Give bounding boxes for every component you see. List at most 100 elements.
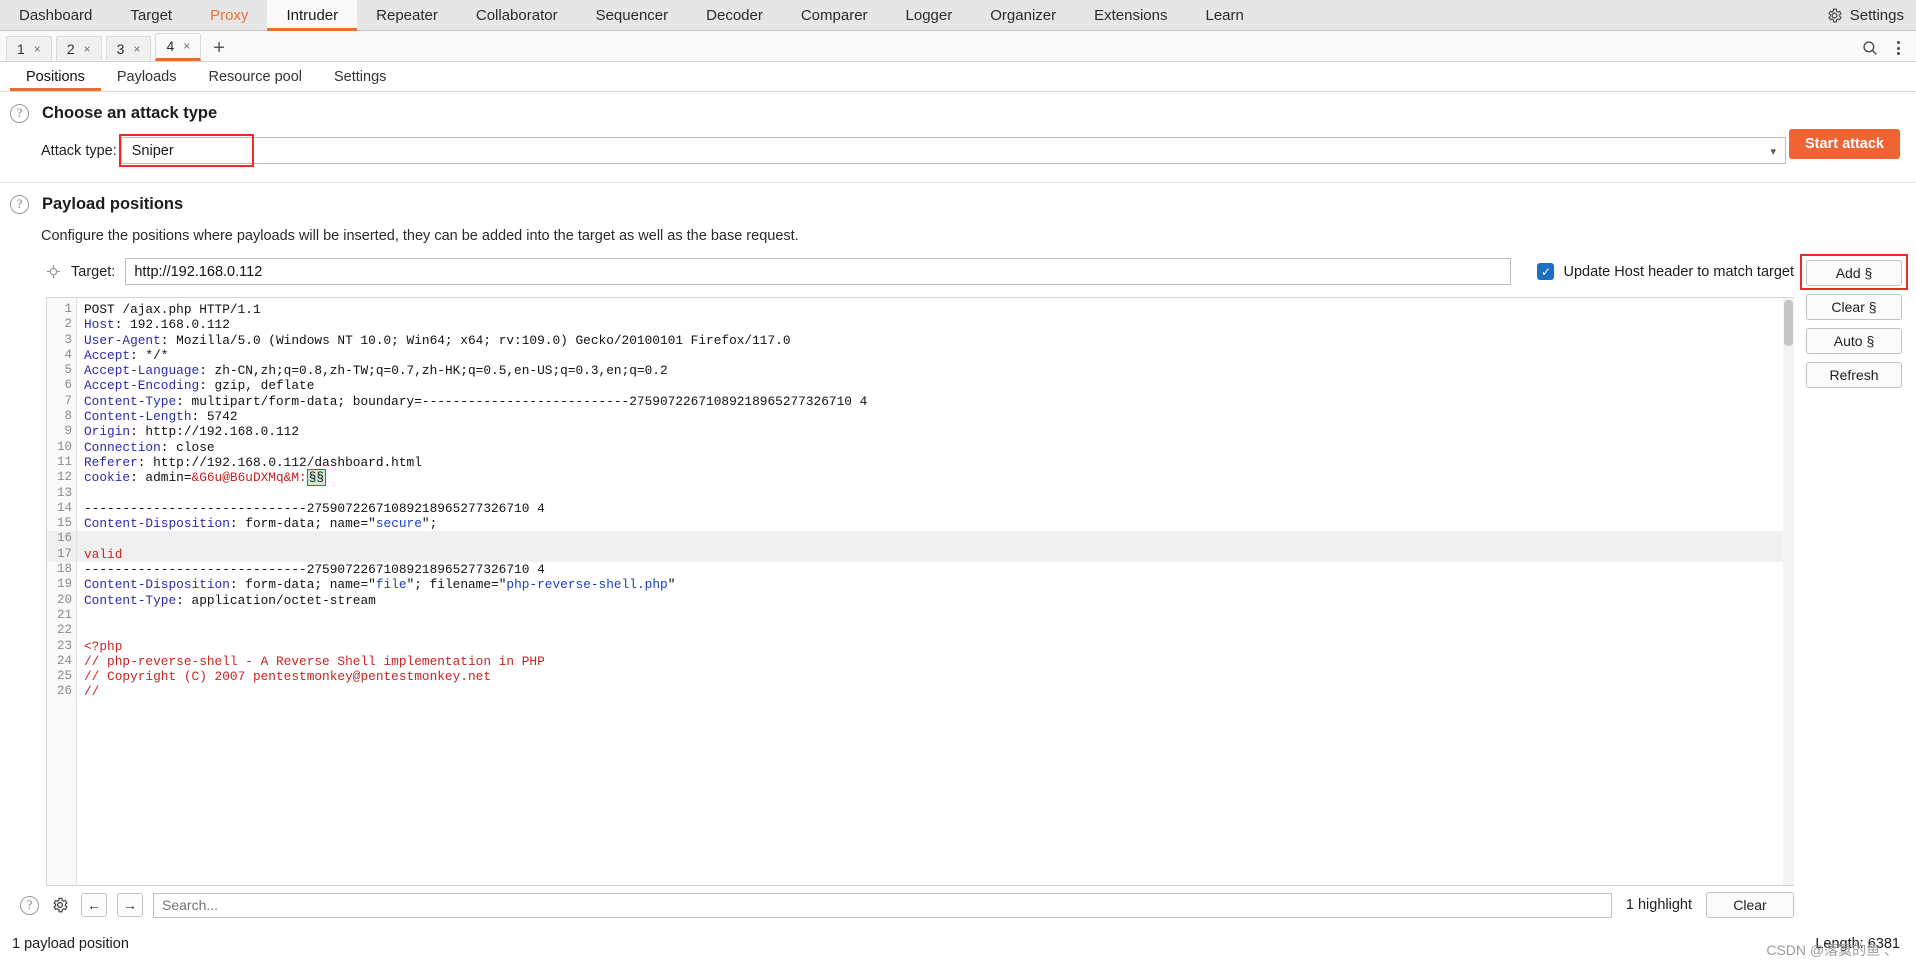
update-host-checkbox[interactable]: ✓ [1537, 263, 1555, 280]
code-line[interactable] [77, 608, 1794, 623]
code-line[interactable]: -----------------------------27590722671… [77, 501, 1794, 516]
code-span: Content-Type [84, 592, 177, 608]
code-line[interactable]: // php-reverse-shell - A Reverse Shell i… [77, 654, 1794, 669]
payload-positions-title: Payload positions [42, 195, 184, 213]
payload-positions-description: Configure the positions where payloads w… [41, 228, 799, 244]
code-line[interactable]: Accept: */* [77, 348, 1794, 363]
code-line[interactable]: POST /ajax.php HTTP/1.1 [77, 302, 1794, 317]
refresh-button[interactable]: Refresh [1806, 362, 1902, 388]
code-span: : multipart/form-data; boundary=--------… [176, 393, 868, 409]
code-span: file [375, 577, 407, 593]
code-line[interactable]: -----------------------------27590722671… [77, 562, 1794, 577]
main-tab-learn[interactable]: Learn [1186, 0, 1262, 31]
code-span: Origin [84, 424, 131, 440]
code-span: Content-Type [84, 393, 177, 409]
attack-tab-1[interactable]: 1 × [6, 36, 52, 61]
scrollbar-thumb[interactable] [1784, 300, 1793, 346]
clear-button[interactable]: Clear § [1806, 294, 1902, 320]
code-span: : http://192.168.0.112/dashboard.html [137, 454, 422, 470]
code-line[interactable]: User-Agent: Mozilla/5.0 (Windows NT 10.0… [77, 333, 1794, 348]
code-span: " [667, 577, 676, 593]
code-line[interactable]: // Copyright (C) 2007 pentestmonkey@pent… [77, 669, 1794, 684]
close-icon[interactable]: × [34, 42, 41, 56]
code-span: : Mozilla/5.0 (Windows NT 10.0; Win64; x… [160, 332, 791, 348]
attack-type-row: Attack type: Sniper ▾ Start attack [0, 129, 1916, 174]
attack-tab-3[interactable]: 3 × [105, 36, 152, 61]
attack-tab-2[interactable]: 2 × [55, 36, 102, 61]
subtab-settings[interactable]: Settings [318, 62, 402, 91]
request-code[interactable]: POST /ajax.php HTTP/1.1 Host: 192.168.0.1… [77, 298, 1794, 885]
code-line[interactable]: Content-Disposition: form-data; name="fi… [77, 577, 1794, 592]
code-line[interactable]: Content-Type: multipart/form-data; bound… [77, 394, 1794, 409]
positions-main: Target: ✓ Update Host header to match ta… [10, 258, 1794, 924]
auto-button[interactable]: Auto § [1806, 328, 1902, 354]
search-input[interactable] [153, 892, 1612, 918]
main-tab-comparer[interactable]: Comparer [782, 0, 887, 31]
highlight-count: 1 highlight [1625, 897, 1692, 913]
main-tab-target[interactable]: Target [111, 0, 191, 31]
help-icon[interactable]: ? [10, 104, 29, 123]
code-span: // php-reverse-shell - A Reverse Shell i… [84, 653, 545, 669]
clear-search-button[interactable]: Clear [1706, 892, 1794, 918]
main-tab-intruder[interactable]: Intruder [267, 0, 358, 31]
code-line[interactable] [77, 531, 1794, 547]
attack-type-dropdown[interactable]: Sniper ▾ [118, 134, 1786, 167]
code-line[interactable]: Host: 192.168.0.112 [77, 317, 1794, 332]
main-tab-proxy[interactable]: Proxy [191, 0, 267, 31]
add-button[interactable]: Add § [1806, 260, 1902, 286]
watermark: CSDN @落寞的鱼 、 [1766, 942, 1898, 958]
editor-scrollbar[interactable] [1783, 298, 1794, 885]
main-tab-extensions[interactable]: Extensions [1075, 0, 1186, 31]
main-tab-sequencer[interactable]: Sequencer [577, 0, 688, 31]
code-line[interactable]: // [77, 684, 1794, 699]
code-line[interactable]: Content-Disposition: form-data; name="se… [77, 516, 1794, 531]
settings-button[interactable]: Settings [1826, 0, 1904, 31]
payload-positions-section-header: ? Payload positions [0, 183, 1916, 220]
request-editor[interactable]: 1 2 3 4 5 6 7 8 9 10 11 12 13 14 15 16 17 18 19 20 21 22 23 24 2… [46, 297, 1794, 886]
help-icon[interactable]: ? [10, 195, 29, 214]
search-back-button[interactable]: ← [81, 893, 107, 917]
code-line[interactable]: Referer: http://192.168.0.112/dashboard.… [77, 455, 1794, 470]
code-line[interactable]: cookie: admin=&G6u@B6uDXMq&M: §§ [77, 469, 1794, 487]
subtab-positions[interactable]: Positions [10, 62, 101, 91]
code-line[interactable]: Content-Type: application/octet-stream [77, 593, 1794, 608]
code-span: secure [375, 516, 422, 532]
code-line[interactable]: Connection: close [77, 440, 1794, 455]
more-options-icon[interactable] [1895, 39, 1902, 57]
code-line[interactable]: Content-Length: 5742 [77, 409, 1794, 424]
code-line[interactable] [77, 623, 1794, 638]
main-tab-repeater[interactable]: Repeater [357, 0, 457, 31]
search-forward-button[interactable]: → [117, 893, 143, 917]
code-line[interactable]: <?php [77, 639, 1794, 654]
code-span: Accept [84, 347, 131, 363]
main-tab-collaborator[interactable]: Collaborator [457, 0, 577, 31]
close-icon[interactable]: × [133, 42, 140, 56]
code-line[interactable]: Accept-Encoding: gzip, deflate [77, 378, 1794, 393]
start-attack-button[interactable]: Start attack [1789, 129, 1900, 159]
line-number: 19 [56, 577, 72, 592]
main-tab-organizer[interactable]: Organizer [971, 0, 1075, 31]
close-icon[interactable]: × [84, 42, 91, 56]
main-tab-dashboard[interactable]: Dashboard [0, 0, 111, 31]
line-number: 8 [64, 409, 72, 424]
subtab-payloads[interactable]: Payloads [101, 62, 193, 91]
code-line[interactable]: Accept-Language: zh-CN,zh;q=0.8,zh-TW;q=… [77, 363, 1794, 378]
line-number: 12 [56, 470, 72, 485]
code-line[interactable] [77, 486, 1794, 501]
close-icon[interactable]: × [183, 39, 190, 53]
target-input[interactable] [125, 258, 1512, 285]
main-tab-decoder[interactable]: Decoder [687, 0, 782, 31]
subtab-resource-pool[interactable]: Resource pool [193, 62, 319, 91]
code-line[interactable]: valid [77, 546, 1794, 563]
attack-tab-4[interactable]: 4 × [155, 33, 202, 61]
code-line[interactable]: Origin: http://192.168.0.112 [77, 424, 1794, 439]
line-number: 18 [56, 562, 72, 577]
search-icon[interactable] [1861, 39, 1879, 57]
new-attack-tab-button[interactable]: + [213, 38, 225, 61]
main-tab-logger[interactable]: Logger [887, 0, 972, 31]
help-icon[interactable]: ? [20, 895, 39, 915]
tabbar-actions [1861, 39, 1902, 57]
update-host-checkbox-wrapper[interactable]: ✓ Update Host header to match target [1537, 263, 1794, 280]
gear-icon[interactable] [49, 894, 71, 916]
line-number: 10 [56, 439, 72, 454]
